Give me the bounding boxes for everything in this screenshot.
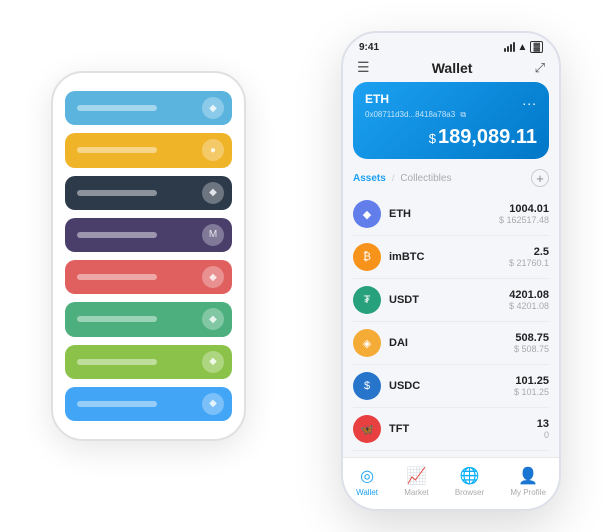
- eth-card-menu[interactable]: ...: [522, 92, 537, 108]
- nav-icon-market: 📈: [406, 466, 426, 486]
- menu-icon[interactable]: ☰: [357, 59, 370, 76]
- asset-item[interactable]: ₿ imBTC 2.5 $ 21760.1: [353, 236, 549, 279]
- asset-amounts: 2.5 $ 21760.1: [509, 246, 549, 268]
- asset-name: TFT: [389, 423, 537, 435]
- nav-label: Browser: [455, 488, 484, 497]
- eth-card-top: ETH ...: [365, 92, 537, 108]
- asset-amount-main: 13: [537, 418, 549, 430]
- asset-amount-main: 508.75: [514, 332, 549, 344]
- back-phone: ◆ ● ◆ M ◆ ◆ ◆ ◆: [51, 71, 246, 441]
- nav-label: Wallet: [356, 488, 378, 497]
- asset-item[interactable]: ◈ DAI 508.75 $ 508.75: [353, 322, 549, 365]
- asset-amount-usd: 0: [537, 430, 549, 440]
- asset-icon-usdc: $: [353, 372, 381, 400]
- nav-icon-my profile: 👤: [518, 466, 538, 486]
- nav-label: My Profile: [510, 488, 546, 497]
- tab-assets[interactable]: Assets: [353, 173, 386, 184]
- asset-amount-main: 1004.01: [499, 203, 549, 215]
- nav-item-wallet[interactable]: ◎ Wallet: [356, 466, 378, 497]
- asset-icon-dai: ◈: [353, 329, 381, 357]
- wallet-card-row[interactable]: ◆: [65, 176, 232, 210]
- wallet-card-row[interactable]: ●: [65, 133, 232, 167]
- asset-icon-tft: 🦋: [353, 415, 381, 443]
- assets-tabs: Assets / Collectibles: [353, 173, 451, 184]
- asset-amounts: 13 0: [537, 418, 549, 440]
- assets-section-header: Assets / Collectibles +: [353, 169, 549, 187]
- expand-icon[interactable]: ⤢: [535, 60, 545, 76]
- status-bar: 9:41 ▲ ▓: [343, 33, 559, 57]
- nav-icon-wallet: ◎: [360, 466, 374, 486]
- asset-amounts: 4201.08 $ 4201.08: [509, 289, 549, 311]
- asset-list: ◆ ETH 1004.01 $ 162517.48 ₿ imBTC 2.5 $ …: [353, 193, 549, 453]
- asset-name: USDC: [389, 380, 514, 392]
- copy-icon[interactable]: ⧉: [460, 110, 466, 119]
- asset-amount-main: 101.25: [514, 375, 549, 387]
- nav-item-market[interactable]: 📈 Market: [404, 466, 428, 497]
- asset-amounts: 1004.01 $ 162517.48: [499, 203, 549, 225]
- asset-amount-usd: $ 101.25: [514, 387, 549, 397]
- nav-label: Market: [404, 488, 428, 497]
- wallet-card-row[interactable]: ◆: [65, 302, 232, 336]
- phone-header: ☰ Wallet ⤢: [343, 57, 559, 82]
- asset-item[interactable]: 🦋 TFT 13 0: [353, 408, 549, 451]
- nav-item-browser[interactable]: 🌐 Browser: [455, 466, 484, 497]
- nav-item-my-profile[interactable]: 👤 My Profile: [510, 466, 546, 497]
- eth-balance-amount: $189,089.11: [365, 126, 537, 149]
- wallet-card-row[interactable]: ◆: [65, 260, 232, 294]
- asset-icon-eth: ◆: [353, 200, 381, 228]
- page-title: Wallet: [432, 60, 473, 76]
- nav-icon-browser: 🌐: [460, 466, 480, 486]
- asset-amount-main: 2.5: [509, 246, 549, 258]
- phone-content: ETH ... 0x08711d3d...8418a78a3 ⧉ $189,08…: [343, 82, 559, 453]
- tab-collectibles[interactable]: Collectibles: [400, 173, 451, 184]
- asset-amounts: 101.25 $ 101.25: [514, 375, 549, 397]
- status-time: 9:41: [359, 42, 379, 53]
- asset-amount-usd: $ 21760.1: [509, 258, 549, 268]
- eth-card-label: ETH: [365, 92, 389, 106]
- wallet-card-row[interactable]: ◆: [65, 91, 232, 125]
- signal-icon: [504, 42, 515, 52]
- asset-amount-usd: $ 508.75: [514, 344, 549, 354]
- asset-name: imBTC: [389, 251, 509, 263]
- asset-amount-main: 4201.08: [509, 289, 549, 301]
- asset-name: ETH: [389, 208, 499, 220]
- asset-icon-usdt: ₮: [353, 286, 381, 314]
- wallet-card-row[interactable]: M: [65, 218, 232, 252]
- asset-item[interactable]: ₮ USDT 4201.08 $ 4201.08: [353, 279, 549, 322]
- battery-icon: ▓: [530, 41, 543, 53]
- add-asset-button[interactable]: +: [531, 169, 549, 187]
- asset-item[interactable]: ◆ ETH 1004.01 $ 162517.48: [353, 193, 549, 236]
- asset-amount-usd: $ 4201.08: [509, 301, 549, 311]
- wifi-icon: ▲: [518, 42, 528, 53]
- bottom-nav: ◎ Wallet 📈 Market 🌐 Browser 👤 My Profile: [343, 457, 559, 509]
- front-phone: 9:41 ▲ ▓ ☰ Wallet ⤢ ETH: [341, 31, 561, 511]
- asset-amounts: 508.75 $ 508.75: [514, 332, 549, 354]
- wallet-card-row[interactable]: ◆: [65, 387, 232, 421]
- scene: ◆ ● ◆ M ◆ ◆ ◆ ◆ 9:41 ▲ ▓ ☰ Wallet ⤢: [11, 11, 591, 521]
- eth-balance-card[interactable]: ETH ... 0x08711d3d...8418a78a3 ⧉ $189,08…: [353, 82, 549, 159]
- wallet-card-row[interactable]: ◆: [65, 345, 232, 379]
- asset-amount-usd: $ 162517.48: [499, 215, 549, 225]
- asset-icon-imbtc: ₿: [353, 243, 381, 271]
- asset-item[interactable]: $ USDC 101.25 $ 101.25: [353, 365, 549, 408]
- status-icons: ▲ ▓: [504, 41, 543, 53]
- eth-address: 0x08711d3d...8418a78a3 ⧉: [365, 110, 537, 120]
- asset-name: DAI: [389, 337, 514, 349]
- asset-name: USDT: [389, 294, 509, 306]
- tab-divider: /: [392, 173, 395, 183]
